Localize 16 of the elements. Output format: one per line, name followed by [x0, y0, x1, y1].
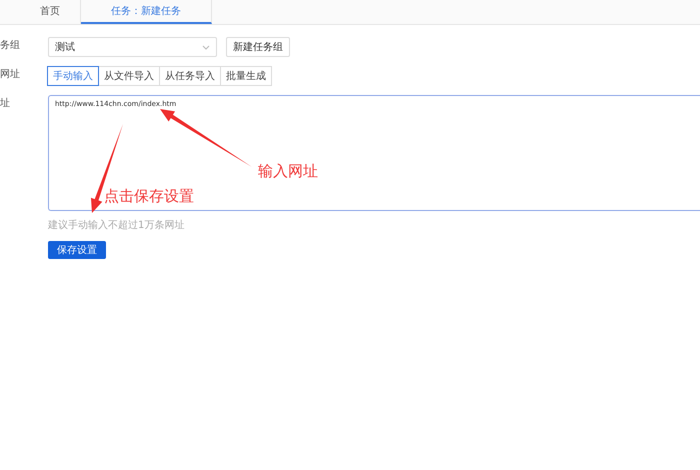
segment-tab[interactable]: 手动输入 — [47, 66, 99, 86]
segment-tab[interactable]: 从文件导入 — [98, 66, 160, 86]
tab[interactable]: 首页 — [20, 0, 81, 24]
segment-tab[interactable]: 从任务导入 — [159, 66, 221, 86]
chevron-down-icon — [202, 44, 210, 50]
annotation-text: 输入网址 — [258, 162, 318, 181]
annotation-text: 点击保存设置 — [104, 187, 194, 206]
hint-text: 建议手动输入不超过1万条网址 — [48, 218, 184, 232]
tab[interactable]: 任务：新建任务 — [81, 0, 212, 24]
segment-tab[interactable]: 批量生成 — [220, 66, 272, 86]
field-label: 务组 — [0, 39, 21, 53]
save-button[interactable]: 保存设置 — [48, 241, 106, 259]
field-label: 址 — [0, 96, 11, 111]
group-select[interactable]: 测试 — [48, 37, 217, 57]
field-label: 网址 — [0, 68, 21, 82]
new-group-button[interactable]: 新建任务组 — [226, 37, 290, 57]
